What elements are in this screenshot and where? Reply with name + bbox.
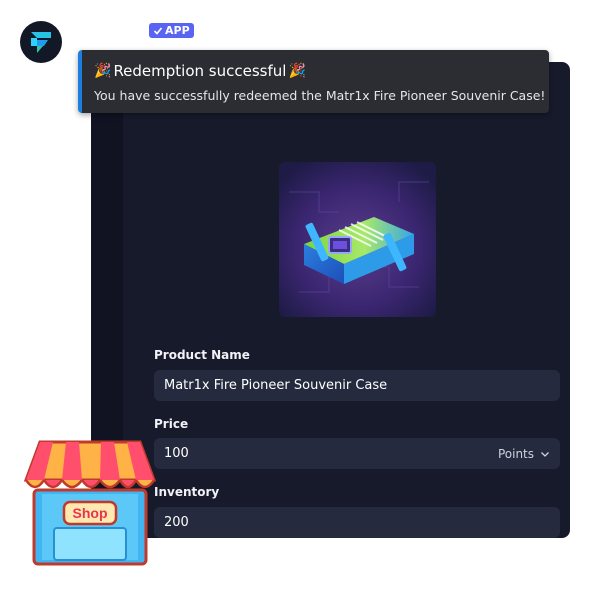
product-name-label: Product Name [154,348,250,362]
brand-logo-icon [31,32,51,53]
app-badge: APP [149,23,194,38]
check-icon [153,26,163,35]
avatar[interactable] [20,21,62,63]
inventory-field[interactable]: 200 [154,507,560,538]
toast-message: You have successfully redeemed the Matr1… [94,88,546,103]
product-image [279,162,436,317]
app-badge-label: APP [165,24,190,37]
chevron-down-icon [541,451,549,457]
success-toast[interactable]: 🎉 Redemption successful 🎉 You have succe… [78,50,549,113]
price-value: 100 [164,446,189,461]
toast-title-row: 🎉 Redemption successful 🎉 [94,60,537,82]
price-unit-label: Points [497,446,534,461]
shop-sticker: Shop [20,432,160,572]
price-unit-select[interactable]: Points [498,447,550,461]
shop-storefront-icon: Shop [23,440,157,566]
party-popper-icon: 🎉 [288,63,306,79]
product-name-value: Matr1x Fire Pioneer Souvenir Case [164,378,388,393]
product-name-field[interactable]: Matr1x Fire Pioneer Souvenir Case [154,370,560,401]
party-popper-icon: 🎉 [94,63,112,79]
souvenir-case-image [279,162,436,317]
price-label: Price [154,417,189,431]
inventory-value: 200 [164,515,189,530]
inventory-label: Inventory [154,485,220,499]
price-field[interactable]: 100 Points [154,438,560,469]
shop-sign-text: Shop [73,505,108,521]
toast-title: Redemption successful [113,62,287,80]
